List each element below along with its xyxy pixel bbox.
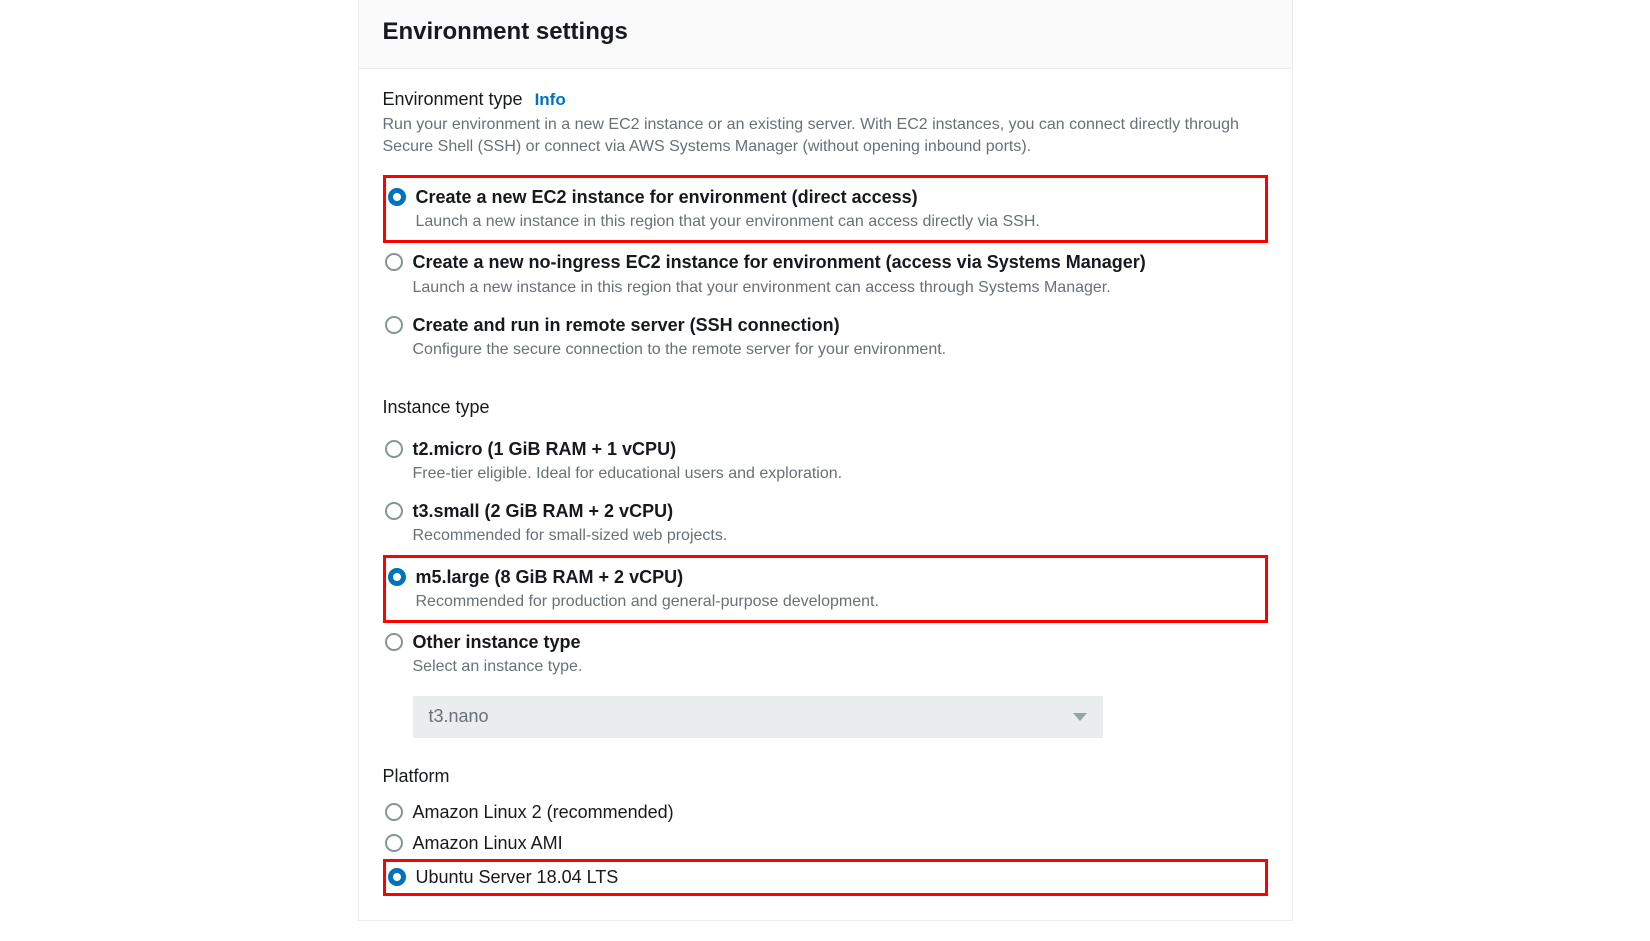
platform-option-amazon-linux-2[interactable]: Amazon Linux 2 (recommended): [383, 797, 1268, 828]
env-type-label-row: Environment type Info: [383, 89, 1268, 110]
env-type-option-direct-access[interactable]: Create a new EC2 instance for environmen…: [383, 175, 1268, 244]
instance-type-option-t2-micro[interactable]: t2.micro (1 GiB RAM + 1 vCPU) Free-tier …: [383, 430, 1268, 493]
radio-icon[interactable]: [385, 253, 403, 271]
env-type-description: Run your environment in a new EC2 instan…: [383, 114, 1268, 159]
panel-header: Environment settings: [359, 0, 1292, 69]
platform-label: Platform: [383, 766, 450, 787]
platform-label-row: Platform: [383, 766, 1268, 787]
radio-icon[interactable]: [388, 188, 406, 206]
instance-type-option-t3-small[interactable]: t3.small (2 GiB RAM + 2 vCPU) Recommende…: [383, 492, 1268, 555]
env-type-option-no-ingress[interactable]: Create a new no-ingress EC2 instance for…: [383, 243, 1268, 306]
instance-type-radio-group: t2.micro (1 GiB RAM + 1 vCPU) Free-tier …: [383, 430, 1268, 686]
panel-body: Environment type Info Run your environme…: [359, 69, 1292, 920]
panel-title: Environment settings: [383, 18, 1268, 46]
radio-icon[interactable]: [388, 868, 406, 886]
info-link[interactable]: Info: [535, 90, 566, 110]
radio-desc: Select an instance type.: [413, 656, 1262, 678]
dropdown-value: t3.nano: [429, 706, 489, 727]
radio-title: Create a new EC2 instance for environmen…: [416, 185, 1259, 210]
radio-title: Other instance type: [413, 630, 1262, 655]
instance-type-option-m5-large[interactable]: m5.large (8 GiB RAM + 2 vCPU) Recommende…: [383, 555, 1268, 624]
platform-radio-group: Amazon Linux 2 (recommended) Amazon Linu…: [383, 797, 1268, 897]
radio-icon[interactable]: [385, 803, 403, 821]
radio-title: m5.large (8 GiB RAM + 2 vCPU): [416, 565, 1259, 590]
env-type-radio-group: Create a new EC2 instance for environmen…: [383, 175, 1268, 369]
environment-settings-panel: Environment settings Environment type In…: [358, 0, 1293, 921]
radio-icon[interactable]: [385, 316, 403, 334]
radio-icon[interactable]: [388, 568, 406, 586]
instance-type-dropdown: t3.nano: [413, 696, 1103, 738]
radio-title: Create a new no-ingress EC2 instance for…: [413, 250, 1262, 275]
env-type-option-remote-server[interactable]: Create and run in remote server (SSH con…: [383, 306, 1268, 369]
radio-icon[interactable]: [385, 502, 403, 520]
radio-icon[interactable]: [385, 633, 403, 651]
radio-desc: Recommended for production and general-p…: [416, 591, 1259, 613]
caret-down-icon: [1073, 713, 1087, 721]
radio-desc: Free-tier eligible. Ideal for educationa…: [413, 463, 1262, 485]
instance-type-option-other[interactable]: Other instance type Select an instance t…: [383, 623, 1268, 686]
instance-type-label-row: Instance type: [383, 397, 1268, 418]
radio-desc: Recommended for small-sized web projects…: [413, 525, 1262, 547]
radio-title: Amazon Linux 2 (recommended): [413, 800, 1262, 825]
radio-desc: Configure the secure connection to the r…: [413, 339, 1262, 361]
radio-title: t2.micro (1 GiB RAM + 1 vCPU): [413, 437, 1262, 462]
env-type-label: Environment type: [383, 89, 523, 110]
platform-option-amazon-linux-ami[interactable]: Amazon Linux AMI: [383, 828, 1268, 859]
platform-option-ubuntu-1804[interactable]: Ubuntu Server 18.04 LTS: [383, 859, 1268, 896]
radio-icon[interactable]: [385, 834, 403, 852]
radio-icon[interactable]: [385, 440, 403, 458]
instance-type-label: Instance type: [383, 397, 490, 418]
radio-title: Create and run in remote server (SSH con…: [413, 313, 1262, 338]
radio-title: Amazon Linux AMI: [413, 831, 1262, 856]
radio-desc: Launch a new instance in this region tha…: [416, 211, 1259, 233]
radio-title: t3.small (2 GiB RAM + 2 vCPU): [413, 499, 1262, 524]
radio-desc: Launch a new instance in this region tha…: [413, 277, 1262, 299]
radio-title: Ubuntu Server 18.04 LTS: [416, 865, 1259, 890]
